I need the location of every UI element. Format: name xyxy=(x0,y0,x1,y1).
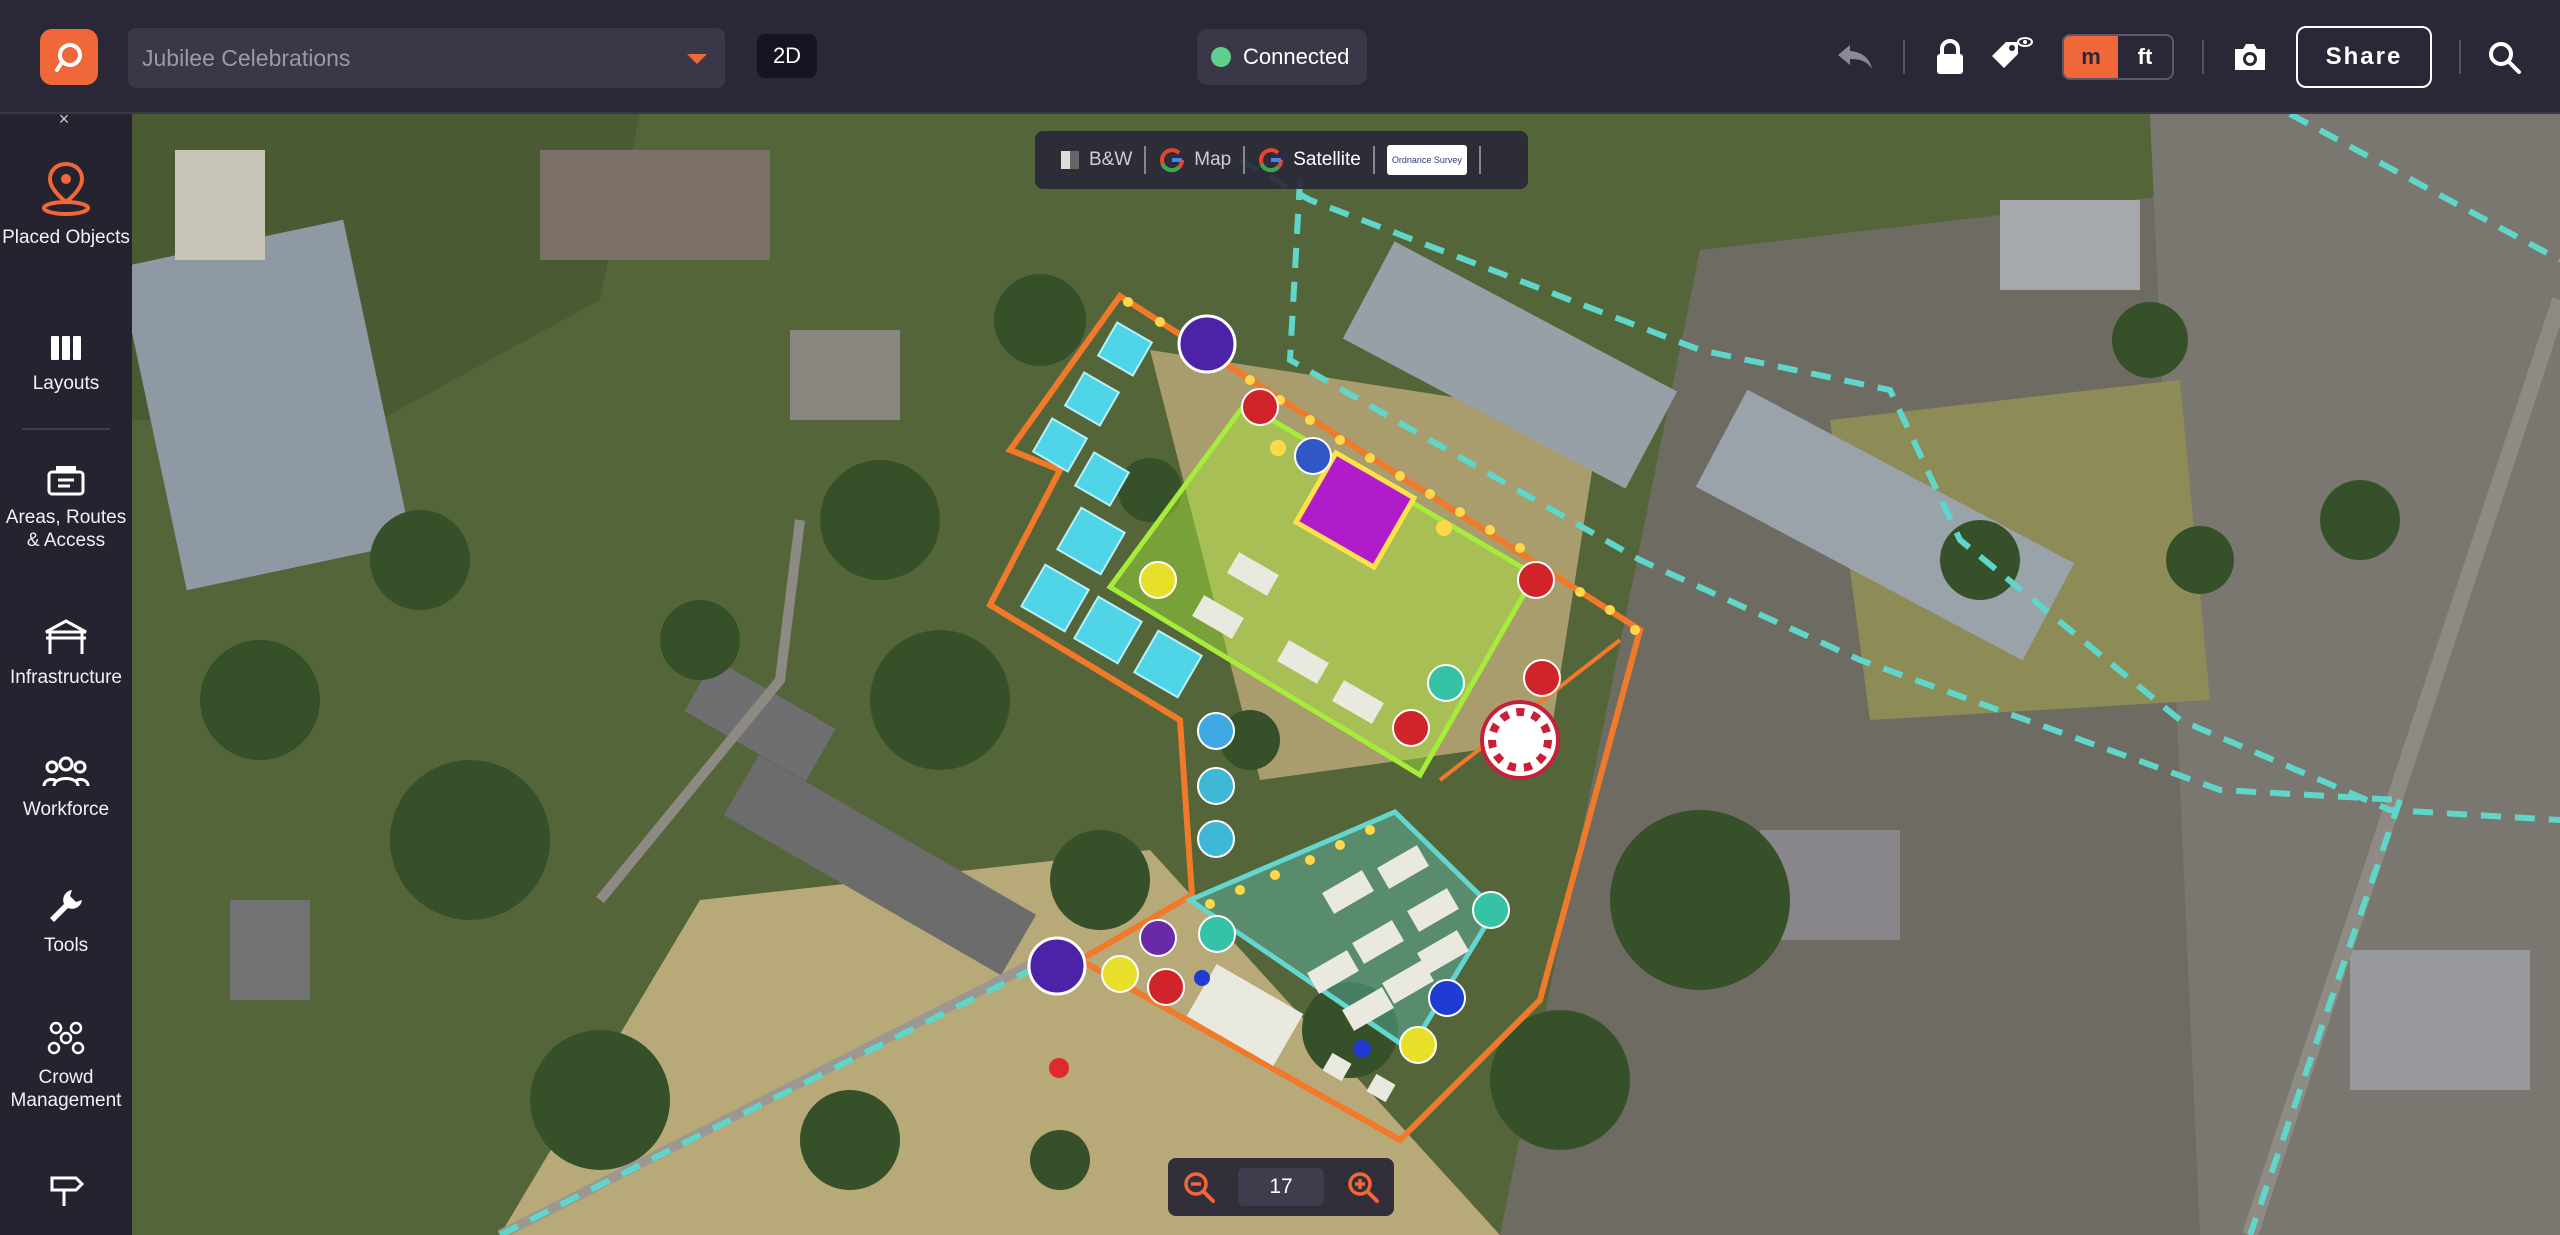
layer-label: B&W xyxy=(1089,149,1133,170)
sidebar-item-label: Placed Objects xyxy=(2,227,130,248)
sidebar-item-label: Layouts xyxy=(32,373,100,394)
sidebar-item-label: Crowd Management xyxy=(10,1067,122,1111)
layer-separator xyxy=(1478,146,1481,174)
tag-visibility-icon xyxy=(1992,37,2033,68)
map-layer-selector: B&W Map Satellite Ordnance Survey xyxy=(1035,131,1528,189)
sidebar-item-placed-objects[interactable]: Placed Objects xyxy=(0,160,132,249)
zoom-out-icon[interactable] xyxy=(1182,1170,1216,1204)
left-sidebar: × Placed Objects Layouts Areas, Routes &… xyxy=(0,110,132,1235)
zoom-control: 17 xyxy=(1168,1158,1394,1216)
lock-button[interactable] xyxy=(1930,32,1970,82)
google-g-icon xyxy=(1259,148,1284,173)
connection-status: Connected xyxy=(1197,29,1367,85)
app-logo-button[interactable] xyxy=(40,29,98,85)
map-pin-icon xyxy=(42,161,90,216)
satellite-map[interactable] xyxy=(132,114,2560,1235)
layer-label: Map xyxy=(1194,149,1232,170)
people-icon xyxy=(42,756,90,787)
close-icon[interactable]: × xyxy=(52,110,76,128)
sidebar-item-label: Tools xyxy=(43,935,89,956)
gazebo-icon xyxy=(45,619,87,654)
map-canvas[interactable]: B&W Map Satellite Ordnance Survey 17 xyxy=(132,114,2560,1235)
sidebar-item-label: Infrastructure xyxy=(10,667,122,688)
lock-icon xyxy=(1937,39,1963,74)
sidebar-item-layouts[interactable]: Layouts xyxy=(0,334,132,395)
unit-toggle[interactable]: m ft xyxy=(2062,34,2174,80)
share-button[interactable]: Share xyxy=(2296,26,2432,88)
sidebar-item-workforce[interactable]: Workforce xyxy=(0,754,132,821)
search-icon xyxy=(2489,42,2521,74)
project-name: Jubilee Celebrations xyxy=(142,44,351,71)
sidebar-item-signage[interactable] xyxy=(0,1172,132,1216)
layer-map-button[interactable]: Map xyxy=(1146,146,1243,174)
columns-icon xyxy=(51,336,81,360)
screenshot-button[interactable] xyxy=(2228,32,2272,82)
toolbar-separator xyxy=(2459,40,2461,74)
os-logo: Ordnance Survey xyxy=(1386,145,1467,175)
toolbar-separator xyxy=(2202,40,2204,74)
layer-satellite-button[interactable]: Satellite xyxy=(1245,146,1373,174)
unit-imperial-button[interactable]: ft xyxy=(2118,36,2172,78)
top-toolbar: Jubilee Celebrations 2D Connected m ft S… xyxy=(0,0,2560,114)
zoom-in-icon[interactable] xyxy=(1346,1170,1380,1204)
sidebar-item-crowd-management[interactable]: Crowd Management xyxy=(0,1020,132,1112)
sidebar-item-label: Workforce xyxy=(22,799,110,820)
sidebar-item-areas[interactable]: Areas, Routes & Access xyxy=(0,464,132,552)
layer-label: Satellite xyxy=(1293,149,1361,170)
undo-button[interactable] xyxy=(1832,32,1878,82)
sidebar-divider xyxy=(22,428,110,430)
camera-icon xyxy=(2235,44,2265,70)
search-button[interactable] xyxy=(2482,32,2526,82)
crowd-icon xyxy=(47,1021,85,1055)
sidebar-item-label: Areas, Routes & Access xyxy=(5,507,127,551)
google-g-icon xyxy=(1160,148,1185,173)
logo-icon xyxy=(55,43,82,72)
unit-metric-button[interactable]: m xyxy=(2064,36,2118,78)
zoom-level[interactable]: 17 xyxy=(1238,1168,1324,1206)
sidebar-item-tools[interactable]: Tools xyxy=(0,886,132,957)
chevron-down-icon[interactable] xyxy=(687,54,707,64)
project-selector[interactable]: Jubilee Celebrations xyxy=(128,28,725,88)
sidebar-item-infrastructure[interactable]: Infrastructure xyxy=(0,618,132,689)
status-dot-icon xyxy=(1211,47,1231,67)
layer-ordnance-survey-button[interactable]: Ordnance Survey xyxy=(1375,145,1479,175)
view-mode-toggle[interactable]: 2D xyxy=(757,34,817,78)
connection-label: Connected xyxy=(1243,44,1350,69)
wrench-icon xyxy=(50,890,82,922)
undo-icon xyxy=(1838,45,1872,69)
label-visibility-button[interactable] xyxy=(1988,32,2034,82)
layer-bw-button[interactable]: B&W xyxy=(1047,149,1144,171)
bw-icon xyxy=(1061,151,1079,169)
toolbar-separator xyxy=(1903,40,1905,74)
signpost-icon xyxy=(50,1176,85,1206)
ticket-icon xyxy=(47,466,85,496)
